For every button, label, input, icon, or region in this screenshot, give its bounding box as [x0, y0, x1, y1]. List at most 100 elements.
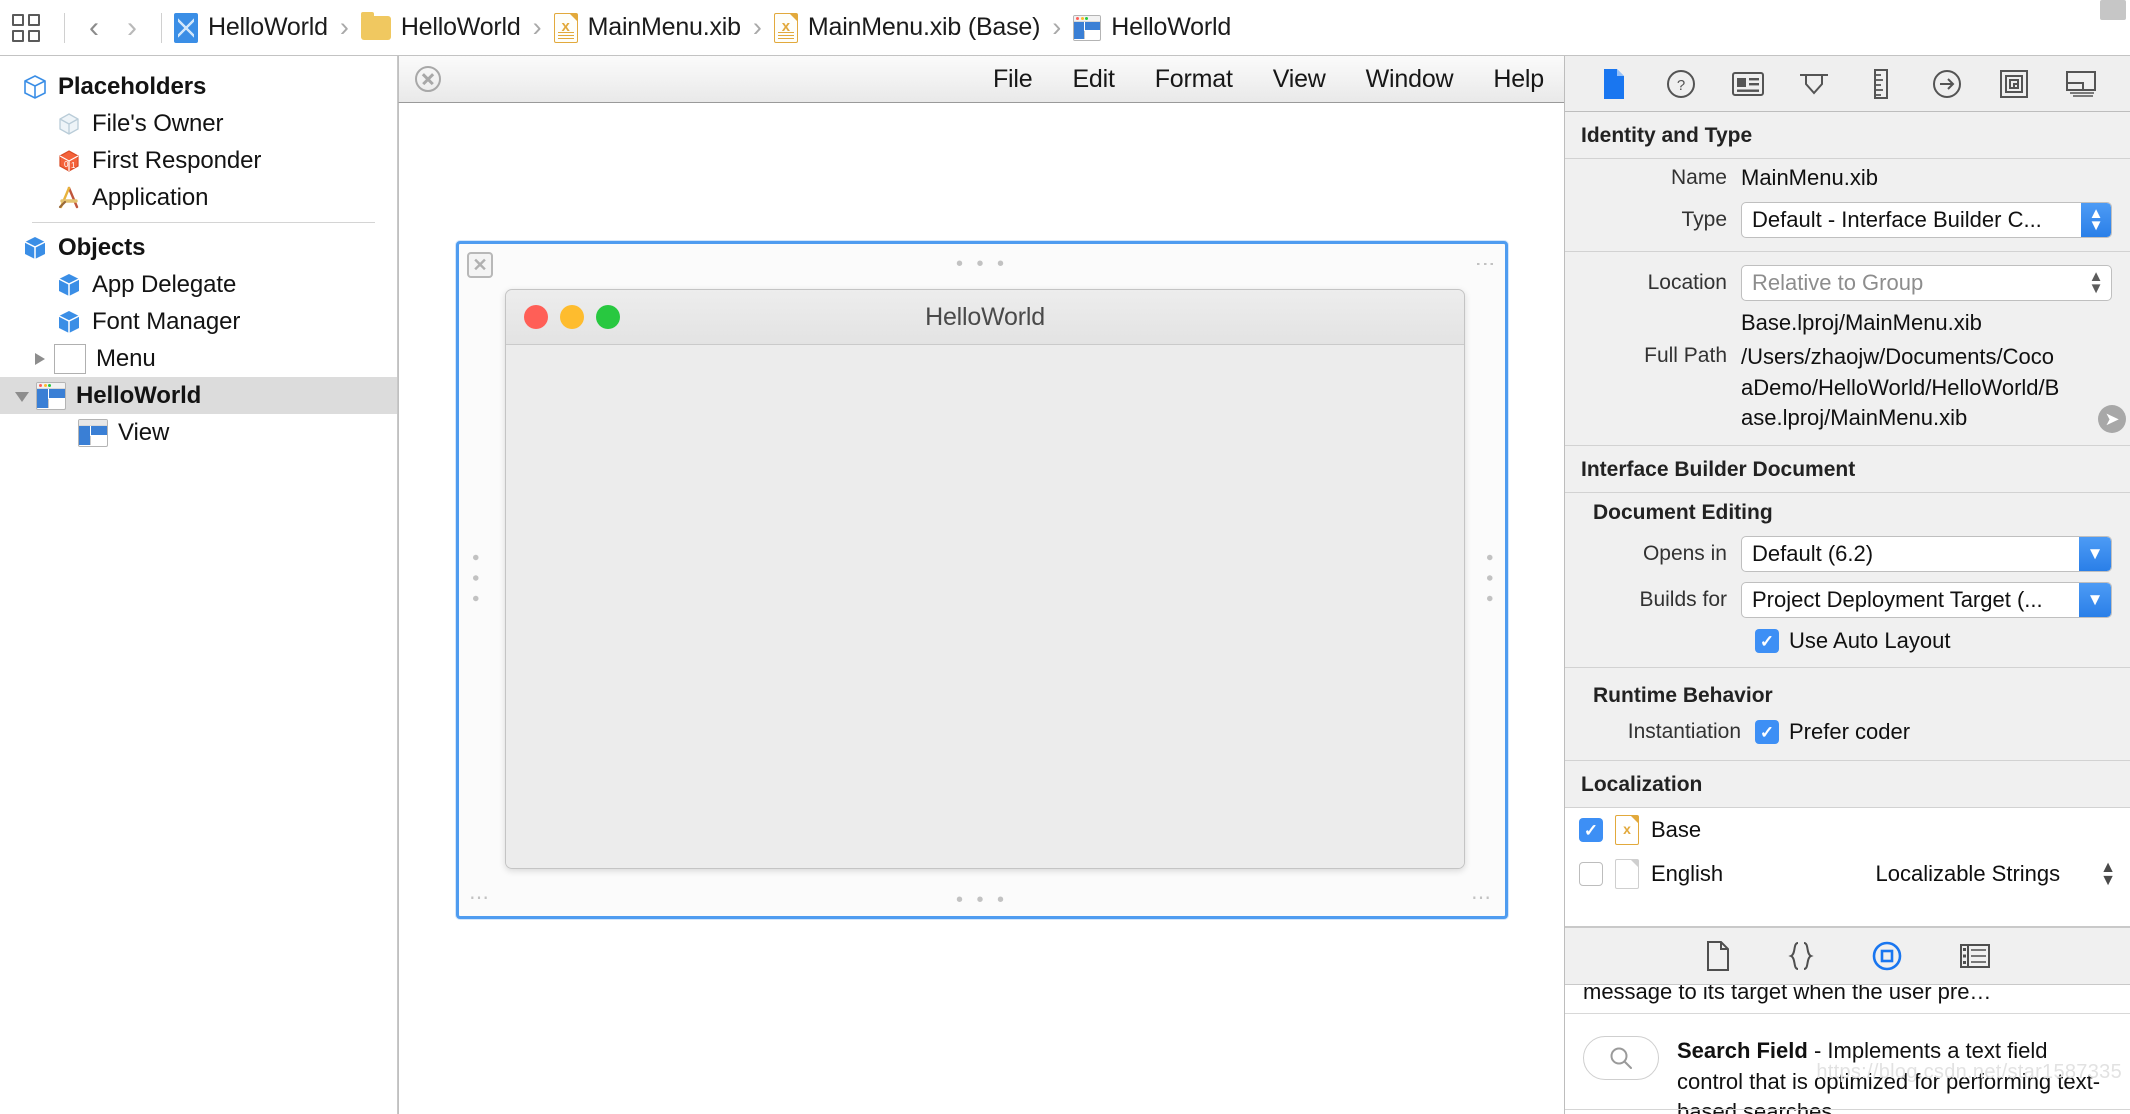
resize-handle-left[interactable]: • • •	[464, 554, 486, 606]
menu-item-view[interactable]: View	[1253, 65, 1346, 94]
outline-group-label: Placeholders	[58, 72, 207, 100]
resize-handle-bottom-left[interactable]: ⋯	[469, 888, 493, 908]
opens-in-label: Opens in	[1642, 542, 1727, 566]
connections-inspector-tab[interactable]	[1928, 65, 1966, 103]
menu-item-window[interactable]: Window	[1346, 65, 1474, 94]
type-field-row: Type Default - Interface Builder C... ▲ ▼	[1565, 197, 2130, 243]
media-library-tab[interactable]	[1959, 944, 1990, 969]
full-path-row: Full Path /Users/zhaojw/Documents/CocoaD…	[1565, 340, 2130, 435]
menu-item-edit[interactable]: Edit	[1052, 65, 1134, 94]
outline-item-first-responder[interactable]: 0 1 First Responder	[0, 142, 397, 179]
arrow-right-circle-icon[interactable]: ➤	[2098, 405, 2126, 434]
outline-item-application[interactable]: Application	[0, 179, 397, 216]
location-label: Location	[1647, 271, 1727, 294]
canvas-workspace[interactable]: ✕ • • • • • • • • • • • • ⋮ ⋯ ⋯ HelloWor…	[398, 103, 1564, 1114]
auto-layout-row[interactable]: ✓ Use Auto Layout	[1565, 623, 2130, 659]
builds-for-select[interactable]: Project Deployment Target (... ▼	[1741, 582, 2112, 619]
bindings-inspector-tab[interactable]	[1995, 65, 2033, 103]
interface-builder-canvas: HelloWorld File Edit Format View Window …	[398, 56, 1564, 1114]
forward-button[interactable]: ›	[113, 12, 151, 43]
stepper-icon[interactable]: ▲ ▼	[2081, 203, 2111, 237]
localization-row-english[interactable]: ✓ English Localizable Strings ▲▼	[1565, 852, 2130, 897]
main-area: Placeholders File's Owner 0 1 First Resp…	[0, 0, 2130, 1114]
object-library-list[interactable]: message to its target when the user pre……	[1565, 985, 2130, 1114]
object-library-tab[interactable]	[1872, 941, 1902, 971]
menu-item-format[interactable]: Format	[1135, 65, 1253, 94]
menu-item-file[interactable]: File	[973, 65, 1052, 94]
resize-handle-right[interactable]: • • •	[1478, 554, 1500, 606]
outline-item-label: File's Owner	[92, 109, 224, 137]
svg-text:?: ?	[1677, 77, 1685, 94]
code-snippet-library-tab[interactable]	[1787, 941, 1814, 971]
identity-inspector-tab[interactable]	[1729, 65, 1767, 103]
search-field-icon	[1583, 1036, 1659, 1081]
resize-handle-bottom-right[interactable]: ⋯	[1471, 888, 1495, 908]
x-close-badge-icon[interactable]: ✕	[467, 252, 493, 278]
outline-item-app-delegate[interactable]: App Delegate	[0, 266, 397, 303]
stepper-icon[interactable]: ▲ ▼	[2081, 266, 2111, 300]
menu-item-help[interactable]: Help	[1473, 65, 1564, 94]
outline-item-label: View	[118, 418, 170, 446]
resize-handle-bottom[interactable]: • • •	[956, 890, 1008, 910]
application-ruler-icon	[56, 185, 82, 211]
folder-icon[interactable]	[2100, 0, 2126, 20]
breadcrumb-bar: ‹ › HelloWorld › HelloWorld › x MainMenu…	[0, 0, 2130, 56]
type-select[interactable]: Default - Interface Builder C... ▲ ▼	[1741, 202, 2112, 238]
disclosure-triangle-icon[interactable]	[30, 348, 52, 370]
name-value: MainMenu.xib	[1741, 165, 1878, 190]
prefer-coder-checkbox[interactable]: ✓	[1755, 720, 1779, 745]
localization-list: ✓ x Base ✓ English Localizable Strings ▲…	[1565, 808, 2130, 928]
opens-in-select[interactable]: Default (6.2) ▼	[1741, 536, 2112, 573]
document-icon	[1615, 859, 1639, 890]
instantiation-label: Instantiation	[1627, 720, 1741, 744]
grid-view-icon[interactable]	[12, 13, 40, 42]
outline-item-helloworld[interactable]: HelloWorld	[0, 377, 397, 414]
resize-handle-top[interactable]: • • •	[956, 254, 1008, 274]
blue-cube-icon	[56, 272, 82, 298]
location-select-value: Relative to Group	[1752, 270, 1924, 295]
outline-group-placeholders[interactable]: Placeholders	[0, 68, 397, 105]
outline-item-files-owner[interactable]: File's Owner	[0, 105, 397, 142]
filled-cube-icon	[22, 235, 48, 261]
relative-path-row: Base.lproj/MainMenu.xib	[1565, 0, 2130, 340]
full-path-label: Full Path	[1644, 344, 1727, 368]
file-inspector-tab[interactable]	[1595, 65, 1633, 103]
selected-window-frame[interactable]: ✕ • • • • • • • • • • • • ⋮ ⋯ ⋯ HelloWor…	[456, 241, 1508, 919]
localization-row-base[interactable]: ✓ x Base	[1565, 808, 2130, 853]
document-outline: Placeholders File's Owner 0 1 First Resp…	[0, 56, 398, 1114]
outline-group-objects[interactable]: Objects	[0, 229, 397, 266]
chevron-down-icon[interactable]: ▼	[2079, 537, 2111, 572]
english-localization-checkbox[interactable]: ✓	[1579, 862, 1603, 887]
opens-in-row: Opens in Default (6.2) ▼	[1565, 531, 2130, 577]
attributes-inspector-tab[interactable]	[1795, 65, 1833, 103]
stepper-icon[interactable]: ▲ ▼	[2100, 859, 2116, 889]
outline-item-menu[interactable]: Menu	[0, 340, 397, 377]
file-template-library-tab[interactable]	[1706, 941, 1730, 972]
auto-layout-checkbox[interactable]: ✓	[1755, 629, 1779, 654]
outline-item-label: First Responder	[92, 146, 262, 174]
base-localization-checkbox[interactable]: ✓	[1579, 818, 1603, 843]
outline-divider	[32, 222, 375, 223]
window-content-view[interactable]	[506, 345, 1464, 868]
ib-document-header: Interface Builder Document	[1565, 445, 2130, 494]
toolbar-divider-2	[161, 12, 162, 43]
window-title: HelloWorld	[925, 302, 1045, 331]
library-item-truncated[interactable]: message to its target when the user pre…	[1565, 985, 2130, 1007]
outline-item-view[interactable]: View	[0, 414, 397, 451]
outline-item-label: Application	[92, 183, 209, 211]
effects-inspector-tab[interactable]	[2062, 65, 2100, 103]
quick-help-tab[interactable]: ?	[1662, 65, 1700, 103]
breadcrumb-item-project[interactable]: HelloWorld	[172, 12, 330, 43]
location-select[interactable]: Relative to Group ▲ ▼	[1741, 265, 2112, 301]
disclosure-triangle-icon[interactable]	[12, 385, 34, 407]
outline-item-font-manager[interactable]: Font Manager	[0, 303, 397, 340]
window-preview[interactable]: HelloWorld	[505, 289, 1465, 869]
resize-handle-top-right[interactable]: ⋮	[1474, 254, 1496, 278]
folder-icon	[360, 12, 391, 40]
breadcrumb-item-window[interactable]: HelloWorld	[1071, 13, 1233, 42]
location-field-row: Location Relative to Group ▲ ▼	[1565, 260, 2130, 306]
xib-file-icon: x	[1615, 815, 1639, 846]
chevron-down-icon[interactable]: ▼	[2079, 583, 2111, 618]
size-inspector-tab[interactable]	[1862, 65, 1900, 103]
back-button[interactable]: ‹	[75, 12, 113, 43]
